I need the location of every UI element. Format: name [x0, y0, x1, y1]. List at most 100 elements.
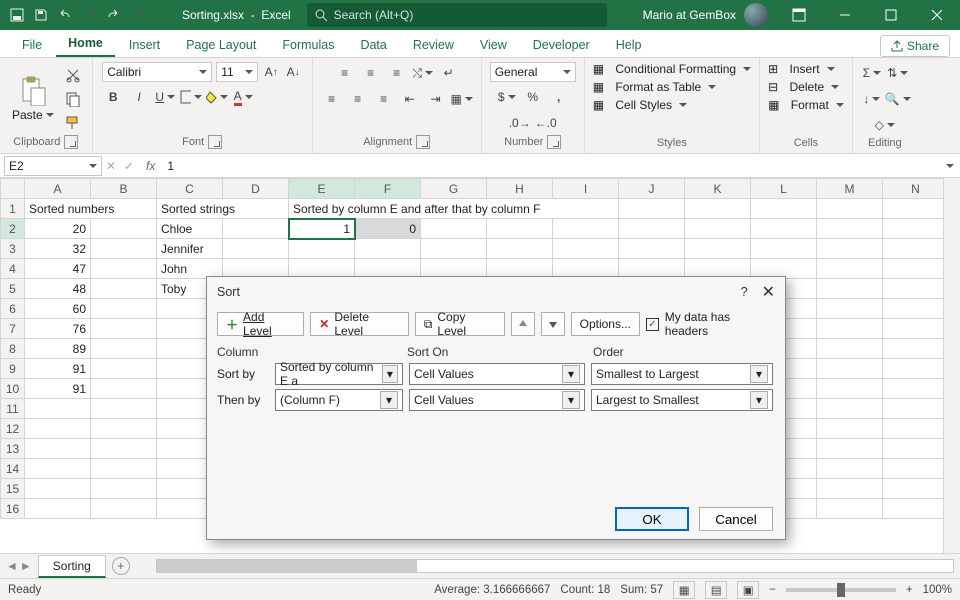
cell-N13[interactable]	[883, 439, 949, 459]
cell-A3[interactable]: 32	[25, 239, 91, 259]
cell-J3[interactable]	[619, 239, 685, 259]
minimize-icon[interactable]	[822, 0, 868, 30]
percent-icon[interactable]: %	[522, 86, 544, 108]
row-header-12[interactable]: 12	[1, 419, 25, 439]
decrease-decimal-icon[interactable]: ←.0	[535, 112, 557, 134]
cell-A4[interactable]: 47	[25, 259, 91, 279]
tab-page-layout[interactable]: Page Layout	[174, 32, 268, 57]
sort-column-select[interactable]: (Column F)▾	[275, 389, 403, 411]
cell-M13[interactable]	[817, 439, 883, 459]
col-header-L[interactable]: L	[751, 179, 817, 199]
horizontal-scrollbar[interactable]	[156, 559, 954, 573]
row-header-15[interactable]: 15	[1, 479, 25, 499]
cell-J2[interactable]	[619, 219, 685, 239]
zoom-level[interactable]: 100%	[923, 584, 952, 596]
row-header-5[interactable]: 5	[1, 279, 25, 299]
cell-L3[interactable]	[751, 239, 817, 259]
col-header-I[interactable]: I	[553, 179, 619, 199]
delete-level-button[interactable]: ✕Delete Level	[310, 312, 409, 336]
save-icon[interactable]	[32, 6, 50, 24]
cell-N6[interactable]	[883, 299, 949, 319]
row-header-13[interactable]: 13	[1, 439, 25, 459]
col-header-F[interactable]: F	[355, 179, 421, 199]
formula-input[interactable]: 1	[163, 159, 943, 173]
row-header-1[interactable]: 1	[1, 199, 25, 219]
cell-B14[interactable]	[91, 459, 157, 479]
col-header-H[interactable]: H	[487, 179, 553, 199]
dialog-help-icon[interactable]: ?	[741, 285, 748, 299]
page-break-view-icon[interactable]: ▣	[737, 581, 759, 599]
col-header-G[interactable]: G	[421, 179, 487, 199]
wrap-text-icon[interactable]: ↵	[438, 62, 460, 84]
cell-E3[interactable]	[289, 239, 355, 259]
cell-N9[interactable]	[883, 359, 949, 379]
increase-indent-icon[interactable]: ⇥	[425, 88, 447, 110]
cell-M1[interactable]	[817, 199, 883, 219]
cell-N11[interactable]	[883, 399, 949, 419]
cell-B13[interactable]	[91, 439, 157, 459]
cell-F2[interactable]: 0	[355, 219, 421, 239]
zoom-out-icon[interactable]: −	[769, 584, 776, 596]
add-level-button[interactable]: ＋Add Level	[217, 312, 304, 336]
undo-icon[interactable]	[56, 6, 74, 24]
tab-insert[interactable]: Insert	[117, 32, 172, 57]
tab-review[interactable]: Review	[401, 32, 466, 57]
tab-help[interactable]: Help	[604, 32, 654, 57]
align-bottom-icon[interactable]: ≡	[386, 62, 408, 84]
sort-order-select[interactable]: Smallest to Largest▾	[591, 363, 773, 385]
cell-B12[interactable]	[91, 419, 157, 439]
cell-K2[interactable]	[685, 219, 751, 239]
cell-K3[interactable]	[685, 239, 751, 259]
cell-A5[interactable]: 48	[25, 279, 91, 299]
move-up-button[interactable]	[511, 312, 535, 336]
conditional-formatting-button[interactable]: ▦ Conditional Formatting	[593, 62, 751, 76]
redo-icon[interactable]	[104, 6, 122, 24]
align-center-icon[interactable]: ≡	[347, 88, 369, 110]
maximize-icon[interactable]	[868, 0, 914, 30]
cell-N5[interactable]	[883, 279, 949, 299]
format-cells-button[interactable]: ▦ Format	[768, 98, 844, 112]
copy-level-button[interactable]: ⧉Copy Level	[415, 312, 505, 336]
cell-M7[interactable]	[817, 319, 883, 339]
cell-I2[interactable]	[553, 219, 619, 239]
row-header-2[interactable]: 2	[1, 219, 25, 239]
sheet-tab-sorting[interactable]: Sorting	[38, 555, 106, 578]
cell-B16[interactable]	[91, 499, 157, 519]
share-button[interactable]: Share	[880, 35, 950, 57]
copy-icon[interactable]	[62, 88, 84, 110]
align-left-icon[interactable]: ≡	[321, 88, 343, 110]
border-icon[interactable]	[180, 86, 202, 108]
row-header-3[interactable]: 3	[1, 239, 25, 259]
normal-view-icon[interactable]: ▦	[673, 581, 695, 599]
fx-icon[interactable]: fx	[138, 159, 163, 173]
cell-M12[interactable]	[817, 419, 883, 439]
cell-M11[interactable]	[817, 399, 883, 419]
insert-cells-button[interactable]: ⊞ Insert	[768, 62, 834, 76]
bold-icon[interactable]: B	[102, 86, 124, 108]
delete-cells-button[interactable]: ⊟ Delete	[768, 80, 839, 94]
cell-D3[interactable]	[223, 239, 289, 259]
cell-B15[interactable]	[91, 479, 157, 499]
cell-H2[interactable]	[487, 219, 553, 239]
account-area[interactable]: Mario at GemBox	[635, 3, 776, 27]
cell-M4[interactable]	[817, 259, 883, 279]
clipboard-dialog-launcher[interactable]	[64, 135, 78, 149]
cell-A11[interactable]	[25, 399, 91, 419]
cell-A6[interactable]: 60	[25, 299, 91, 319]
sort-order-select[interactable]: Largest to Smallest▾	[591, 389, 773, 411]
cell-D2[interactable]	[223, 219, 289, 239]
find-select-icon[interactable]: 🔍	[887, 88, 909, 110]
cell-styles-button[interactable]: ▦ Cell Styles	[593, 98, 687, 112]
number-format-select[interactable]: General	[490, 62, 576, 82]
fill-icon[interactable]: ↓	[861, 88, 883, 110]
cancel-formula-icon[interactable]: ✕	[102, 157, 120, 175]
cell-N12[interactable]	[883, 419, 949, 439]
cell-A8[interactable]: 89	[25, 339, 91, 359]
close-icon[interactable]	[914, 0, 960, 30]
col-header-A[interactable]: A	[25, 179, 91, 199]
move-down-button[interactable]	[541, 312, 565, 336]
underline-icon[interactable]: U	[154, 86, 176, 108]
row-header-9[interactable]: 9	[1, 359, 25, 379]
cell-N14[interactable]	[883, 459, 949, 479]
cell-M10[interactable]	[817, 379, 883, 399]
